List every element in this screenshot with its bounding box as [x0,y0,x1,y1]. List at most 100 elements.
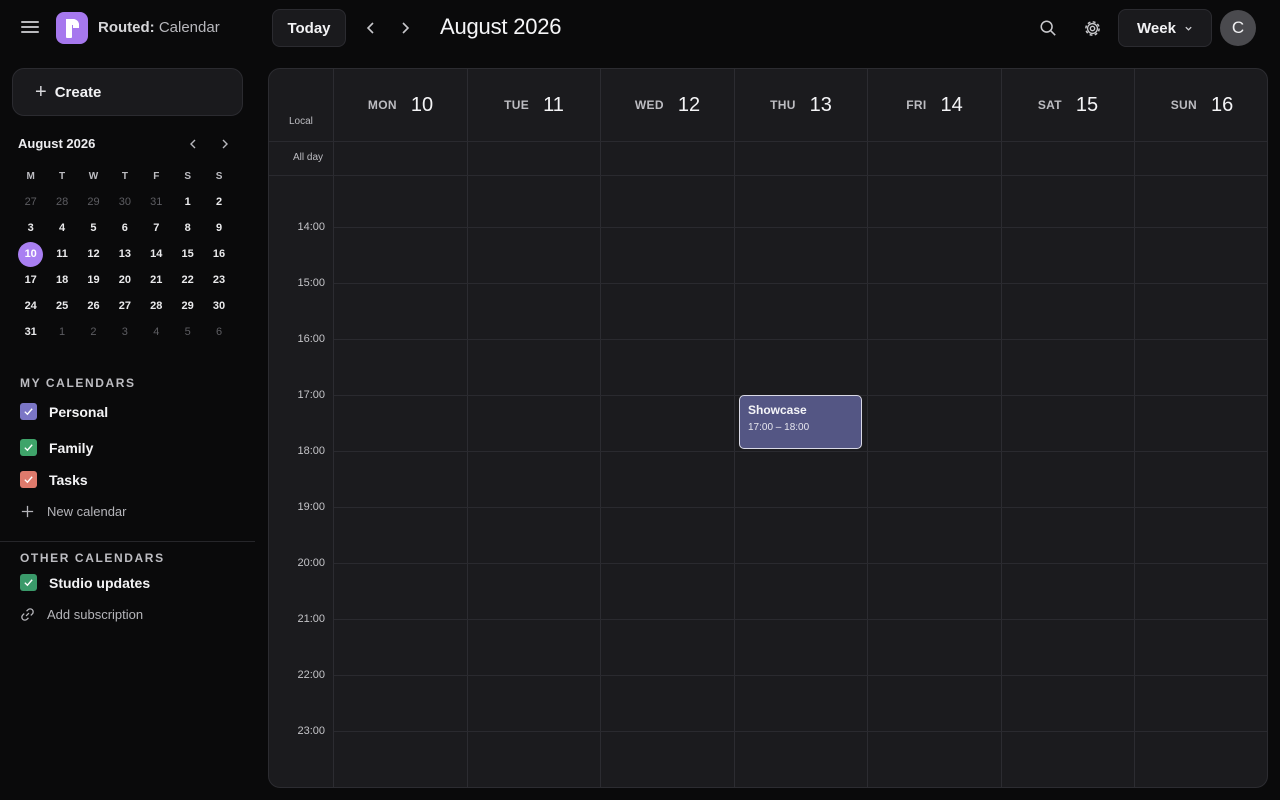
app-title: Routed: Calendar [98,19,220,36]
mini-day[interactable]: 29 [172,293,203,319]
mini-day[interactable]: 14 [141,241,172,267]
mini-day[interactable]: 27 [109,293,140,319]
add-subscription-button[interactable]: Add subscription [20,607,143,622]
create-button[interactable]: + Create [12,68,243,116]
column-divider [1001,69,1002,787]
day-header-mon[interactable]: MON 10 [334,69,467,141]
mini-day[interactable]: 16 [203,241,234,267]
mini-day[interactable]: 11 [46,241,77,267]
mini-day[interactable]: 1 [172,189,203,215]
day-number: 10 [410,93,434,116]
mini-day[interactable]: 25 [46,293,77,319]
header-divider [269,141,1267,142]
menu-icon[interactable] [20,18,40,38]
mini-prev-icon[interactable] [185,136,201,152]
sidebar-divider [0,541,255,542]
day-header-sun[interactable]: SUN 16 [1135,69,1267,141]
mini-day[interactable]: 20 [109,267,140,293]
mini-day[interactable]: 27 [15,189,46,215]
mini-day[interactable]: 9 [203,215,234,241]
view-selector[interactable]: Week [1118,9,1212,47]
mini-day[interactable]: 31 [15,319,46,345]
day-number: 14 [940,93,963,116]
gear-icon[interactable] [1080,16,1104,40]
mini-day[interactable]: 31 [141,189,172,215]
day-header-sat[interactable]: SAT 15 [1001,69,1135,141]
mini-day[interactable]: 4 [46,215,77,241]
day-number: 11 [543,93,564,116]
mini-day[interactable]: 23 [203,267,234,293]
view-label: Week [1137,19,1176,37]
mini-day[interactable]: 18 [46,267,77,293]
day-number: 15 [1075,93,1099,116]
today-button[interactable]: Today [272,9,346,47]
mini-day[interactable]: 5 [78,215,109,241]
mini-day[interactable]: 29 [78,189,109,215]
day-header-tue[interactable]: TUE 11 [467,69,601,141]
mini-day[interactable]: 13 [109,241,140,267]
mini-weekday: T [121,170,128,182]
hour-line [334,283,1267,284]
mini-day[interactable]: 6 [109,215,140,241]
day-number: 12 [677,93,701,116]
hour-line [334,339,1267,340]
calendar-item-family[interactable]: Family [20,439,93,456]
mini-weekday: S [215,170,223,182]
mini-day[interactable]: 12 [78,241,109,267]
search-icon[interactable] [1036,16,1060,40]
day-header-fri[interactable]: FRI 14 [868,69,1001,141]
week-grid: Local All day MON 10 TUE 11 WED 12 THU 13 FR… [268,68,1268,788]
mini-day[interactable]: 17 [15,267,46,293]
calendar-item-studio-updates[interactable]: Studio updates [20,574,150,591]
hour-label: 15:00 [297,277,325,289]
mini-day[interactable]: 3 [109,319,140,345]
checkbox-icon[interactable] [20,403,37,420]
calendar-label: Personal [49,403,109,420]
mini-day[interactable]: 5 [172,319,203,345]
hour-label: 22:00 [297,669,325,681]
hour-label: 16:00 [297,333,325,345]
mini-day[interactable]: 19 [78,267,109,293]
mini-day[interactable]: 6 [203,319,234,345]
mini-day[interactable]: 28 [141,293,172,319]
mini-day[interactable]: 30 [109,189,140,215]
avatar[interactable]: C [1220,10,1256,46]
new-calendar-button[interactable]: New calendar [20,504,127,519]
mini-day[interactable]: 21 [141,267,172,293]
mini-day[interactable]: 28 [46,189,77,215]
mini-day[interactable]: 7 [141,215,172,241]
checkbox-icon[interactable] [20,439,37,456]
mini-day-selected[interactable]: 10 [15,241,46,267]
event-time: 17:00 – 18:00 [748,422,810,433]
mini-day[interactable]: 26 [78,293,109,319]
checkbox-icon[interactable] [20,574,37,591]
day-header-thu[interactable]: THU 13 [734,69,868,141]
mini-day[interactable]: 2 [78,319,109,345]
column-divider [333,69,334,787]
mini-day[interactable]: 4 [141,319,172,345]
calendar-item-tasks[interactable]: Tasks [20,471,88,488]
mini-next-icon[interactable] [217,136,233,152]
mini-day[interactable]: 8 [172,215,203,241]
mini-day[interactable]: 24 [15,293,46,319]
checkbox-icon[interactable] [20,471,37,488]
add-subscription-label: Add subscription [47,607,144,622]
chevron-right-icon[interactable] [395,18,415,38]
mini-day[interactable]: 2 [203,189,234,215]
allday-label: All day [293,152,324,163]
mini-day[interactable]: 15 [172,241,203,267]
allday-divider [269,175,1267,176]
chevron-left-icon[interactable] [361,18,381,38]
calendar-label: Tasks [49,471,88,488]
calendar-item-personal[interactable]: Personal [20,403,108,420]
mini-day[interactable]: 3 [15,215,46,241]
hour-label: 14:00 [297,221,325,233]
event-title: Showcase [748,403,807,417]
day-header-wed[interactable]: WED 12 [601,69,734,141]
hour-line [334,563,1267,564]
mini-day[interactable]: 22 [172,267,203,293]
plus-icon: + [35,81,47,103]
mini-day[interactable]: 1 [46,319,77,345]
mini-day[interactable]: 30 [203,293,234,319]
event-showcase[interactable]: Showcase 17:00 – 18:00 [739,395,862,449]
